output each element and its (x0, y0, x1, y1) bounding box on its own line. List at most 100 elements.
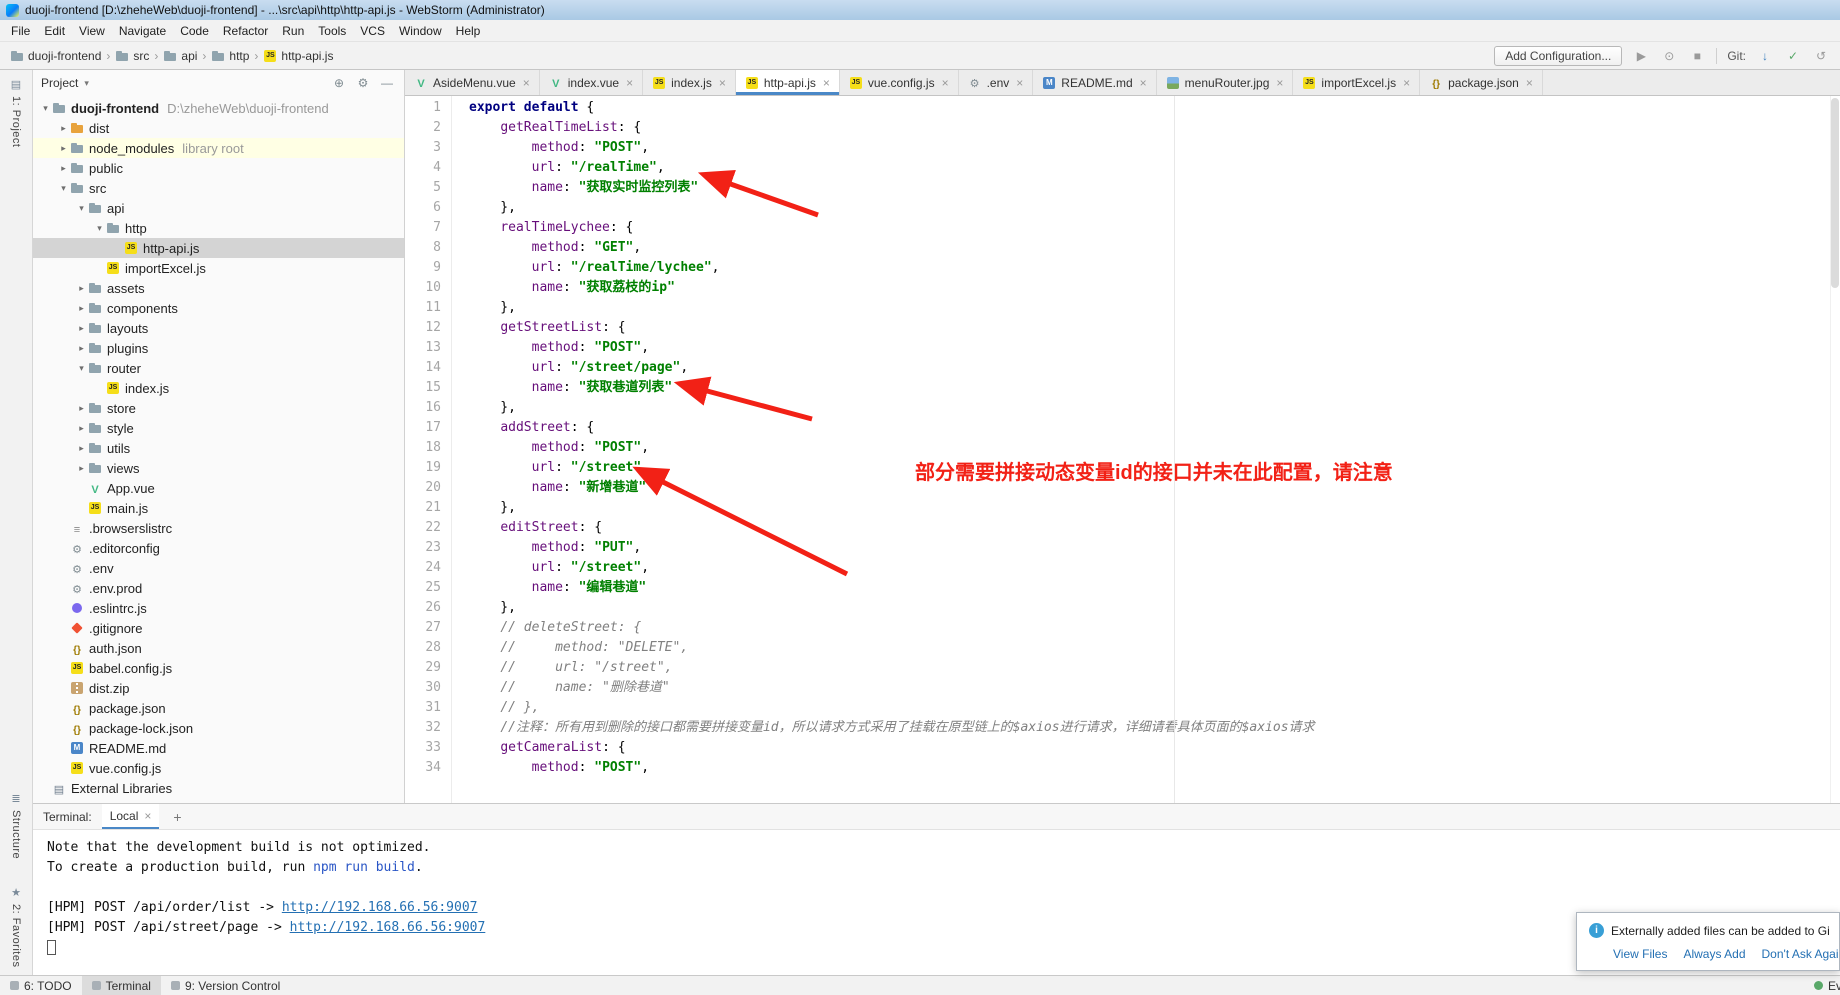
tree-item-package.json[interactable]: package.json (33, 698, 404, 718)
code-line-18[interactable]: method: "POST", (469, 438, 1840, 458)
code-line-31[interactable]: // }, (469, 698, 1840, 718)
tree-item-utils[interactable]: ▸utils (33, 438, 404, 458)
tree-item-.browserslistrc[interactable]: .browserslistrc (33, 518, 404, 538)
menu-view[interactable]: View (72, 22, 112, 40)
tab-importexcel.js[interactable]: importExcel.js× (1293, 70, 1420, 95)
terminal-tab-local[interactable]: Local × (102, 804, 160, 829)
menu-code[interactable]: Code (173, 22, 216, 40)
code-line-33[interactable]: getCameraList: { (469, 738, 1840, 758)
menu-navigate[interactable]: Navigate (112, 22, 173, 40)
close-tab-icon[interactable]: × (823, 76, 830, 90)
code-line-34[interactable]: method: "POST", (469, 758, 1840, 778)
menu-vcs[interactable]: VCS (353, 22, 392, 40)
chevron-right-icon[interactable]: ▸ (75, 303, 88, 314)
code-line-25[interactable]: name: "编辑巷道" (469, 578, 1840, 598)
tree-item-views[interactable]: ▸views (33, 458, 404, 478)
tab-http-api.js[interactable]: http-api.js× (736, 70, 840, 95)
tab-.env[interactable]: .env× (959, 70, 1034, 95)
code-line-4[interactable]: url: "/realTime", (469, 158, 1840, 178)
tree-item-components[interactable]: ▸components (33, 298, 404, 318)
breadcrumb-src[interactable]: src (115, 49, 149, 63)
code-line-10[interactable]: name: "获取荔枝的ip" (469, 278, 1840, 298)
run-icon[interactable]: ▶ (1632, 49, 1650, 63)
chevron-down-icon[interactable]: ▾ (57, 183, 70, 194)
menu-window[interactable]: Window (392, 22, 449, 40)
code-line-6[interactable]: }, (469, 198, 1840, 218)
code-line-9[interactable]: url: "/realTime/lychee", (469, 258, 1840, 278)
code-line-32[interactable]: //注释：所有用到删除的接口都需要拼接变量id，所以请求方式采用了挂载在原型链上… (469, 718, 1840, 738)
tree-item-node_modules[interactable]: ▸node_moduleslibrary root (33, 138, 404, 158)
tab-asidemenu.vue[interactable]: AsideMenu.vue× (405, 70, 540, 95)
tree-item-public[interactable]: ▸public (33, 158, 404, 178)
breadcrumb-http[interactable]: http (211, 49, 249, 63)
code-line-28[interactable]: // method: "DELETE", (469, 638, 1840, 658)
close-tab-icon[interactable]: × (1526, 76, 1533, 90)
breadcrumb-http-api.js[interactable]: http-api.js (263, 49, 333, 63)
notification-action-view-files[interactable]: View Files (1613, 947, 1667, 961)
code-line-15[interactable]: name: "获取巷道列表" (469, 378, 1840, 398)
code-line-29[interactable]: // url: "/street", (469, 658, 1840, 678)
code-line-24[interactable]: url: "/street", (469, 558, 1840, 578)
close-tab-icon[interactable]: × (1140, 76, 1147, 90)
tree-item-package-lock.json[interactable]: package-lock.json (33, 718, 404, 738)
tab-package.json[interactable]: package.json× (1420, 70, 1543, 95)
tab-index.vue[interactable]: index.vue× (540, 70, 643, 95)
close-tab-icon[interactable]: × (719, 76, 726, 90)
locate-file-icon[interactable]: ⊕ (330, 76, 348, 90)
settings-gear-icon[interactable]: ⚙ (354, 76, 372, 90)
toolwindow-favorites-button[interactable]: ★ 2: Favorites (10, 886, 22, 967)
chevron-right-icon[interactable]: ▸ (75, 443, 88, 454)
menu-run[interactable]: Run (275, 22, 311, 40)
tree-item-external-libraries[interactable]: External Libraries (33, 778, 404, 798)
code-line-1[interactable]: export default { (469, 98, 1840, 118)
tree-item-.env.prod[interactable]: .env.prod (33, 578, 404, 598)
statusbar-9-version-control[interactable]: 9: Version Control (161, 976, 290, 995)
tree-item-.env[interactable]: .env (33, 558, 404, 578)
tab-readme.md[interactable]: README.md× (1033, 70, 1156, 95)
stop-icon[interactable]: ■ (1688, 49, 1706, 63)
code-line-2[interactable]: getRealTimeList: { (469, 118, 1840, 138)
code-line-17[interactable]: addStreet: { (469, 418, 1840, 438)
code-line-7[interactable]: realTimeLychee: { (469, 218, 1840, 238)
git-revert-icon[interactable]: ↺ (1812, 49, 1830, 63)
chevron-right-icon[interactable]: ▸ (75, 463, 88, 474)
tree-item-plugins[interactable]: ▸plugins (33, 338, 404, 358)
code-line-13[interactable]: method: "POST", (469, 338, 1840, 358)
tree-item-.editorconfig[interactable]: .editorconfig (33, 538, 404, 558)
menu-edit[interactable]: Edit (37, 22, 72, 40)
tree-item-vue.config.js[interactable]: vue.config.js (33, 758, 404, 778)
close-tab-icon[interactable]: × (1016, 76, 1023, 90)
toolwindow-structure-button[interactable]: ≣ Structure (10, 792, 22, 859)
tree-item-.eslintrc.js[interactable]: .eslintrc.js (33, 598, 404, 618)
code-line-12[interactable]: getStreetList: { (469, 318, 1840, 338)
code-line-21[interactable]: }, (469, 498, 1840, 518)
close-tab-icon[interactable]: × (523, 76, 530, 90)
code-line-23[interactable]: method: "PUT", (469, 538, 1840, 558)
tab-index.js[interactable]: index.js× (643, 70, 736, 95)
tree-item-layouts[interactable]: ▸layouts (33, 318, 404, 338)
chevron-right-icon[interactable]: ▸ (75, 423, 88, 434)
tree-item-src[interactable]: ▾src (33, 178, 404, 198)
statusbar-6-todo[interactable]: 6: TODO (0, 976, 82, 995)
code-line-8[interactable]: method: "GET", (469, 238, 1840, 258)
code-line-11[interactable]: }, (469, 298, 1840, 318)
code-line-22[interactable]: editStreet: { (469, 518, 1840, 538)
debug-icon[interactable]: ⊙ (1660, 49, 1678, 63)
tree-item-style[interactable]: ▸style (33, 418, 404, 438)
code-line-3[interactable]: method: "POST", (469, 138, 1840, 158)
tree-item-main.js[interactable]: main.js (33, 498, 404, 518)
scrollbar-thumb[interactable] (1831, 98, 1839, 288)
tree-item-duoji-frontend[interactable]: ▾duoji-frontendD:\zheheWeb\duoji-fronten… (33, 98, 404, 118)
chevron-right-icon[interactable]: ▸ (75, 323, 88, 334)
tree-item-importexcel.js[interactable]: importExcel.js (33, 258, 404, 278)
git-update-icon[interactable]: ↓ (1756, 49, 1774, 63)
tree-item-store[interactable]: ▸store (33, 398, 404, 418)
tree-item-readme.md[interactable]: README.md (33, 738, 404, 758)
tree-item-dist.zip[interactable]: dist.zip (33, 678, 404, 698)
chevron-right-icon[interactable]: ▸ (57, 143, 70, 154)
tree-item-assets[interactable]: ▸assets (33, 278, 404, 298)
statusbar-terminal[interactable]: Terminal (82, 976, 161, 995)
git-commit-icon[interactable]: ✓ (1784, 49, 1802, 63)
close-tab-icon[interactable]: × (942, 76, 949, 90)
project-panel-title[interactable]: Project (41, 76, 78, 90)
